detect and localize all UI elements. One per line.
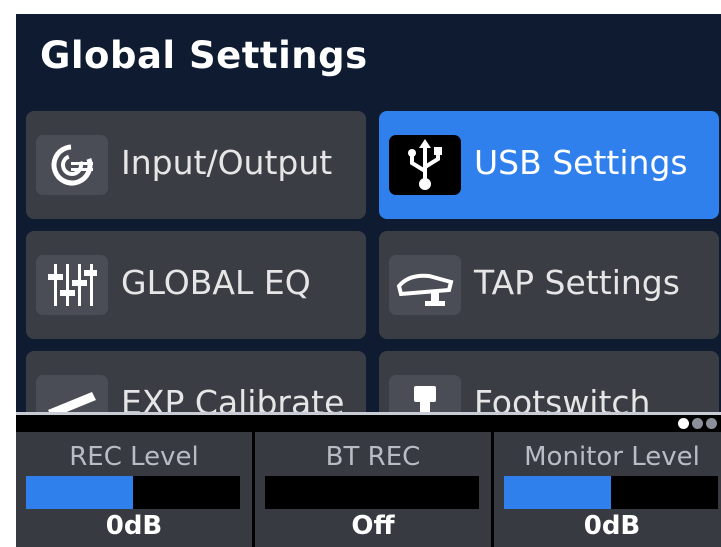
rec-level-value: 0dB: [105, 511, 163, 541]
rec-level-bar: [26, 476, 240, 509]
bt-rec-panel[interactable]: BT REC Off: [255, 432, 491, 547]
header: Global Settings: [16, 14, 721, 99]
menu-tile-exp-calibrate[interactable]: EXP Calibrate: [26, 351, 366, 412]
monitor-level-panel[interactable]: Monitor Level 0dB: [494, 432, 721, 547]
page-dot: [706, 418, 717, 429]
tap-pedal-icon: [389, 255, 461, 315]
bt-rec-bar: [265, 476, 479, 509]
menu-tile-label: GLOBAL EQ: [121, 263, 311, 302]
page-dot: [692, 418, 703, 429]
usb-icon: [389, 135, 461, 195]
expression-pedal-icon: [36, 375, 108, 412]
settings-menu-grid: Input/Output USB Settings GLOBAL EQ TAP …: [16, 99, 721, 412]
menu-tile-label: EXP Calibrate: [121, 383, 345, 412]
monitor-level-value: 0dB: [583, 511, 641, 541]
device-screen: Global Settings Input/Output USB Setting…: [16, 14, 721, 547]
page-dot-active: [678, 418, 689, 429]
rec-level-panel[interactable]: REC Level 0dB: [16, 432, 252, 547]
page-indicator: [678, 418, 717, 429]
monitor-level-fill: [504, 476, 611, 509]
bt-rec-value: Off: [351, 511, 395, 541]
footswitch-icon: [389, 375, 461, 412]
menu-tile-label: TAP Settings: [474, 263, 680, 302]
rec-level-fill: [26, 476, 133, 509]
page-title: Global Settings: [40, 34, 368, 77]
menu-tile-label: Footswitch: [474, 383, 651, 412]
menu-tile-tap-settings[interactable]: TAP Settings: [379, 231, 719, 339]
menu-tile-label: Input/Output: [121, 143, 333, 182]
monitor-level-label: Monitor Level: [524, 442, 700, 472]
menu-tile-usb-settings[interactable]: USB Settings: [379, 111, 719, 219]
menu-tile-label: USB Settings: [474, 143, 688, 182]
monitor-level-bar: [504, 476, 718, 509]
level-panels: REC Level 0dB BT REC Off Monitor Level 0…: [16, 432, 721, 547]
menu-tile-footswitch[interactable]: Footswitch: [379, 351, 719, 412]
bt-rec-label: BT REC: [325, 442, 421, 472]
equalizer-sliders-icon: [36, 255, 108, 315]
menu-tile-input-output[interactable]: Input/Output: [26, 111, 366, 219]
input-output-icon: [36, 135, 108, 195]
section-divider: [16, 412, 721, 415]
menu-tile-global-eq[interactable]: GLOBAL EQ: [26, 231, 366, 339]
rec-level-label: REC Level: [69, 442, 199, 472]
